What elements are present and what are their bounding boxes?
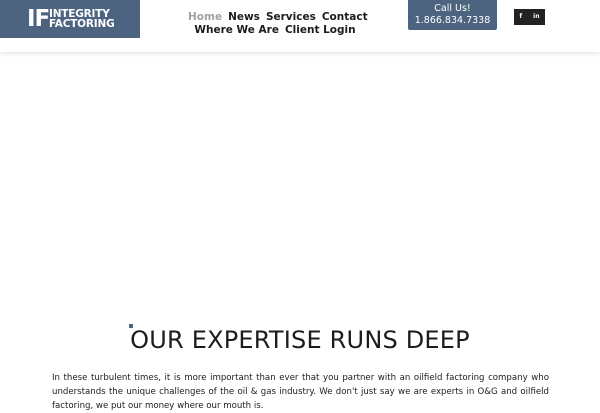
- logo-text-line2: FACTORING: [49, 18, 115, 30]
- facebook-icon[interactable]: f: [520, 9, 523, 25]
- logo[interactable]: IF INTEGRITY FACTORING: [0, 0, 140, 38]
- linkedin-icon[interactable]: in: [533, 9, 539, 25]
- site-header: IF INTEGRITY FACTORING Home News Services C…: [0, 0, 600, 52]
- main-nav: Home News Services Contact Where We Are Clien…: [185, 11, 368, 36]
- nav-item-news[interactable]: News: [228, 11, 260, 23]
- nav-item-where-we-are[interactable]: Where We Are: [194, 24, 279, 36]
- section-heading: OUR EXPERTISE RUNS DEEP: [130, 326, 470, 354]
- hero-banner: [0, 52, 600, 317]
- nav-item-client-login[interactable]: Client Login: [285, 24, 356, 36]
- nav-item-services[interactable]: Services: [266, 11, 316, 23]
- logo-mark: IF: [27, 6, 50, 32]
- nav-item-home[interactable]: Home: [188, 11, 222, 23]
- section-body-text: In these turbulent times, it is more imp…: [52, 373, 549, 411]
- call-us-button[interactable]: Call Us! 1.866.834.7338: [408, 0, 497, 30]
- social-links: f in: [514, 9, 545, 25]
- nav-item-contact[interactable]: Contact: [322, 11, 368, 23]
- phone-number: 1.866.834.7338: [414, 14, 491, 26]
- call-us-label: Call Us!: [434, 3, 471, 14]
